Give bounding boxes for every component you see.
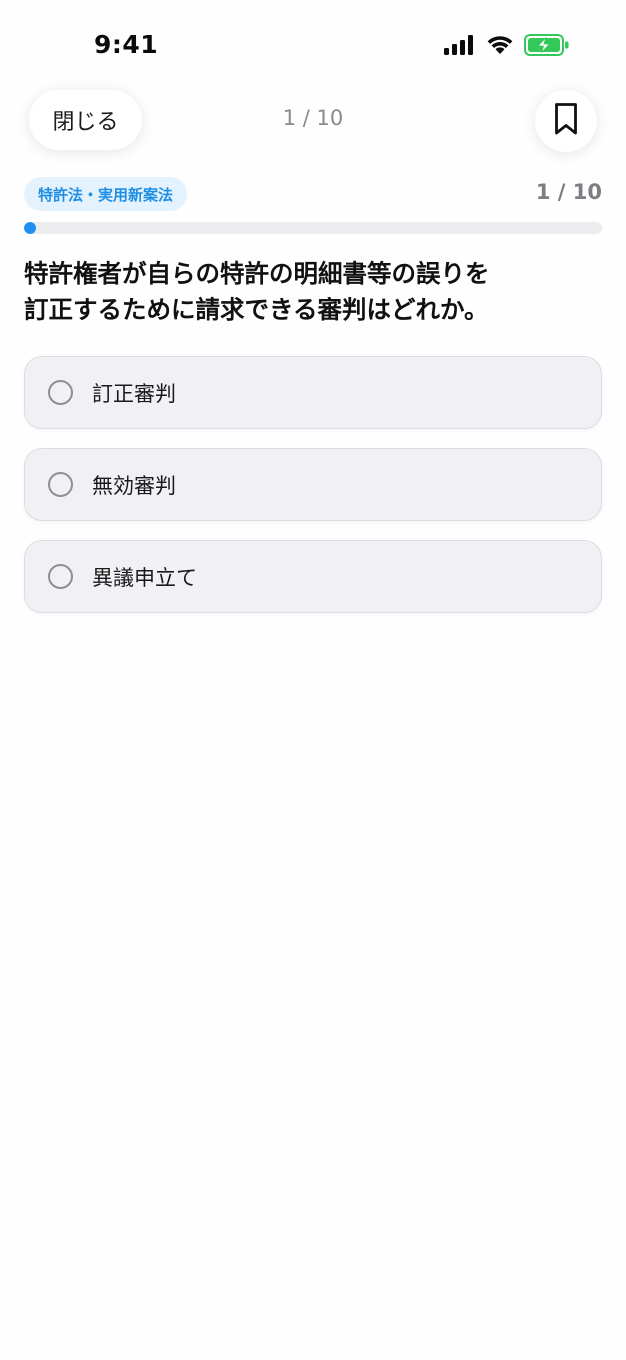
question-counter: 1 / 10	[535, 180, 602, 204]
status-icons	[444, 34, 570, 60]
choice-label: 異議申立て	[92, 565, 197, 590]
wifi-icon	[486, 35, 514, 59]
quiz-screen: 9:41 閉じる 1 / 10 特許法・実用新案法 1 / 10 特許権者が自ら…	[0, 0, 626, 1360]
radio-button[interactable]	[48, 472, 73, 497]
progress-bar	[24, 222, 602, 234]
bookmark-icon	[554, 102, 578, 140]
home-indicator-area	[0, 1330, 626, 1360]
header-page-counter: 1 / 10	[282, 106, 344, 130]
choice-option[interactable]: 訂正審判	[24, 356, 602, 429]
question-line-1: 特許権者が自らの特許の明細書等の誤りを	[24, 259, 490, 288]
status-time: 9:41	[94, 30, 159, 59]
status-bar: 9:41	[0, 0, 626, 90]
choice-option[interactable]: 無効審判	[24, 448, 602, 521]
category-badge: 特許法・実用新案法	[24, 177, 188, 211]
choice-label: 無効審判	[92, 473, 176, 498]
question-line-2: 訂正するために請求できる審判はどれか。	[24, 295, 489, 324]
bookmark-button[interactable]	[535, 90, 597, 152]
question-text: 特許権者が自らの特許の明細書等の誤りを 訂正するために請求できる審判はどれか。	[24, 256, 602, 328]
progress-fill	[24, 222, 36, 234]
choice-list: 訂正審判 無効審判 異議申立て	[24, 356, 602, 632]
radio-button[interactable]	[48, 380, 73, 405]
choice-option[interactable]: 異議申立て	[24, 540, 602, 613]
choice-label: 訂正審判	[92, 381, 176, 406]
cellular-signal-icon	[444, 35, 476, 59]
radio-button[interactable]	[48, 564, 73, 589]
battery-charging-icon	[524, 34, 570, 60]
